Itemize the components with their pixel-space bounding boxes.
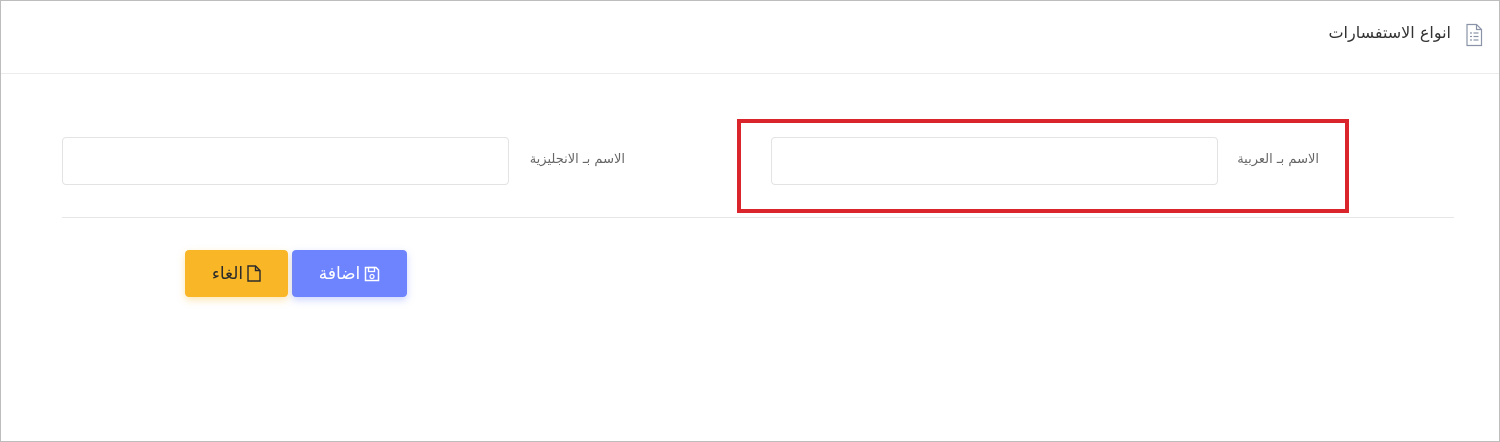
name-en-label: الاسم بـ الانجليزية (529, 152, 625, 167)
name-en-input[interactable] (62, 137, 509, 185)
cancel-button[interactable]: الغاء (185, 250, 288, 297)
floppy-disk-icon (364, 266, 380, 282)
document-list-icon (1464, 23, 1484, 47)
page-frame: انواع الاستفسارات الاسم بـ العربية الاسم… (0, 0, 1500, 442)
card-header: انواع الاستفسارات (1, 1, 1499, 74)
add-button-label: اضافة (318, 263, 361, 284)
file-icon (247, 265, 261, 282)
form-divider (62, 217, 1454, 218)
cancel-button-label: الغاء (211, 263, 244, 284)
highlight-box (737, 119, 1349, 213)
page-title: انواع الاستفسارات (1328, 23, 1451, 42)
add-button[interactable]: اضافة (292, 250, 407, 297)
